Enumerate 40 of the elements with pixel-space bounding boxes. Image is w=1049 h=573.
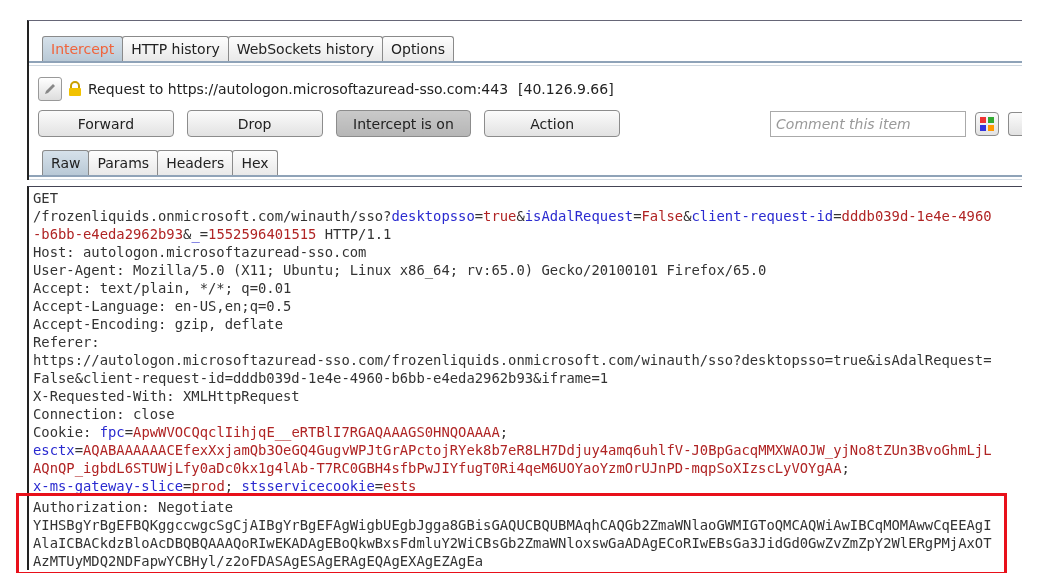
message-line: https://autologon.microsoftazuread-sso.com/frozenliquids.onmicrosoft.com/winauth/sso?desktopsso=true&isAdalRequest= — [33, 351, 993, 369]
message-line: Accept-Encoding: gzip, deflate — [33, 315, 285, 333]
ip-address: [40.126.9.66] — [518, 81, 614, 97]
tab[interactable]: Headers — [157, 150, 234, 175]
message-line: Connection: close — [33, 405, 176, 423]
pencil-icon — [43, 82, 57, 96]
tab[interactable]: Hex — [232, 150, 278, 175]
toolbar-button[interactable]: Intercept is on — [335, 110, 472, 137]
message-line: esctx=AQABAAAAAACEfexXxjamQb3OeGQ4GugvWPJtGrAPctojRYek8b7eR8LH7Ddjuy4amq6uhlfV-J0BpGacqMMXWAOJW_yjNo8tZUn3BvoGhmLjL — [33, 441, 993, 459]
message-line: Host: autologon.microsoftazuread-sso.com — [33, 243, 368, 261]
color-grid-icon — [980, 116, 995, 131]
message-line: AQnQP_igbdL6STUWjLfy0aDc0kx1g4lAb-T7RC0GBH4sfbPwJIYfugT0Ri4qeM6UOYaoYzmOrUJnPD-mqpSoXIzscLyVOYgAA; — [33, 459, 851, 477]
request-url: Request to https://autologon.microsoftazuread-sso.com:443 — [88, 81, 509, 97]
message-line: Referer: — [33, 333, 101, 351]
tab[interactable]: WebSockets history — [227, 36, 383, 61]
message-line: /frozenliquids.onmicrosoft.com/winauth/sso?desktopsso=true&isAdalRequest=False&client-request-id=dddb039d-1e4e-4960 — [33, 207, 993, 225]
highlight-color-button[interactable] — [975, 111, 1000, 136]
message-line: Accept-Language: en-US,en;q=0.5 — [33, 297, 293, 315]
message-line: AlaICBACkdzBloAcDBQBQAAAQoRIwEKADAgEBoQkwBxsFdmluY2WiCBsGb2ZmaWNloxswGaADAgECoRIwEBsGa3JidGd0GwZvZmZpY2WlERgPMjAxOT — [33, 534, 993, 552]
comment-field[interactable]: Comment this item — [770, 110, 967, 137]
message-line: -b6bb-e4eda2962b93&_=1552596401515 HTTP/1.1 — [33, 225, 393, 243]
edit-button[interactable] — [38, 77, 62, 101]
tab[interactable]: Options — [381, 36, 454, 61]
message-line: AzMTUyMDQ2NDFapwYCBHyl/z2oFDASAgESAgERAgEQAgEXAgEZAgEa — [33, 552, 485, 570]
message-line: User-Agent: Mozilla/5.0 (X11; Ubuntu; Linux x86_64; rv:65.0) Gecko/20100101 Firefox/65.0 — [33, 261, 768, 279]
message-line: X-Requested-With: XMLHttpRequest — [33, 387, 301, 405]
message-line: Cookie: fpc=ApwWVOCQqclIihjqE__eRTBlI7RGAQAAAGS0HNQOAAAA; — [33, 423, 510, 441]
toolbar-button[interactable]: Action — [484, 110, 621, 137]
tab[interactable]: Raw — [42, 150, 90, 175]
toolbar-button[interactable]: Drop — [186, 110, 323, 137]
tab[interactable]: Params — [88, 150, 159, 175]
message-line: False&client-request-id=dddb039d-1e4e-4960-b6bb-e4eda2962b93&iframe=1 — [33, 369, 610, 387]
message-line: x-ms-gateway-slice=prod; stsservicecookie=ests — [33, 477, 418, 495]
tab[interactable]: HTTP history — [122, 36, 229, 61]
message-line: Accept: text/plain, */*; q=0.01 — [33, 279, 293, 297]
lock-icon — [68, 81, 82, 97]
message-line: GET — [33, 189, 59, 207]
toolbar-button[interactable]: Forward — [38, 110, 174, 137]
message-line: Authorization: Negotiate — [33, 498, 235, 516]
message-line: YIHSBgYrBgEFBQKggccwgcSgCjAIBgYrBgEFAgWigbUEgbJgga8GBisGAQUCBQUBMAqhCAQGb2ZmaWNlaoGWMIGToQMCAQWiAwIBCqMOMAwwCqEEAgI — [33, 516, 993, 534]
